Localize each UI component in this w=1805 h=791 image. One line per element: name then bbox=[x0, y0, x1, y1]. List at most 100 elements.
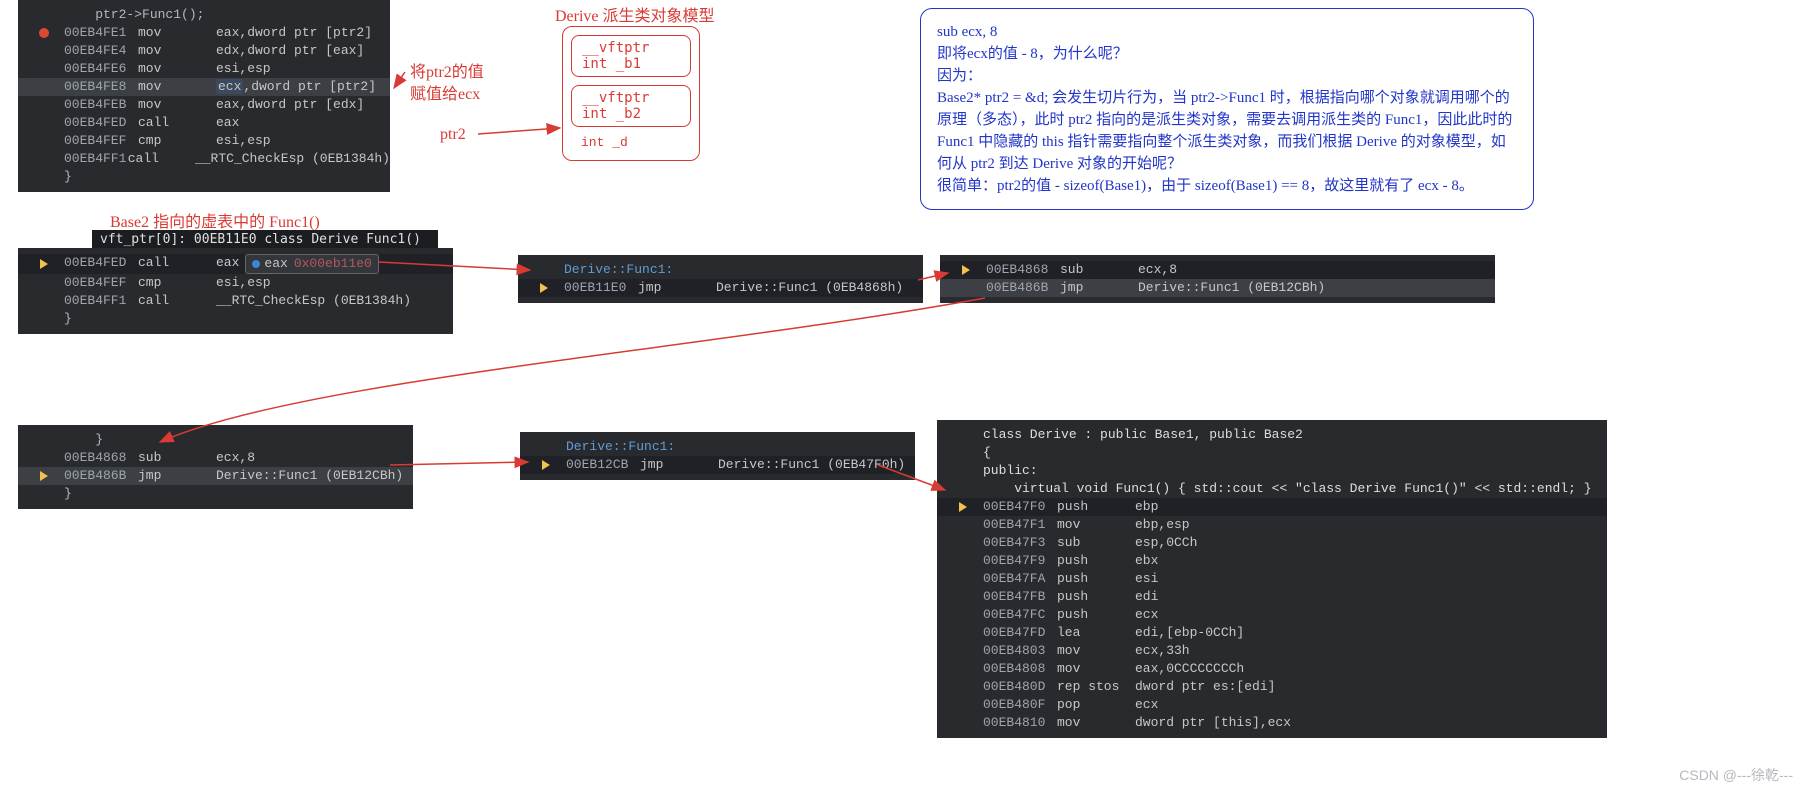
current-line-icon bbox=[540, 283, 548, 293]
current-line-icon bbox=[959, 502, 967, 512]
addr: 00EB47FC bbox=[983, 606, 1057, 624]
addr: 00EB4810 bbox=[983, 714, 1057, 732]
operands: __RTC_CheckEsp (0EB1384h) bbox=[195, 150, 390, 168]
addr: 00EB4FF1 bbox=[64, 150, 128, 168]
watermark: CSDN @---徐乾--- bbox=[1679, 765, 1793, 785]
disasm-line: 00EB4868subecx,8 bbox=[18, 449, 413, 467]
disasm-line: 00EB4808moveax,0CCCCCCCCh bbox=[937, 660, 1607, 678]
src-line: ptr2->Func1(); bbox=[64, 6, 204, 24]
mnemonic: mov bbox=[1057, 516, 1135, 534]
addr: 00EB4FED bbox=[64, 114, 138, 132]
mnemonic: call bbox=[138, 254, 216, 274]
addr: 00EB12CB bbox=[566, 456, 640, 474]
addr: 00EB4FED bbox=[64, 254, 138, 274]
mnemonic: sub bbox=[138, 449, 216, 467]
mnemonic: mov bbox=[138, 96, 216, 114]
current-line-icon bbox=[962, 265, 970, 275]
brace: } bbox=[64, 310, 72, 328]
mnemonic: call bbox=[138, 292, 216, 310]
disasm-line: 00EB47F9pushebx bbox=[937, 552, 1607, 570]
obj-l1: __vftptr bbox=[582, 40, 680, 56]
operands: eax,0CCCCCCCCh bbox=[1135, 660, 1244, 678]
blue-note-box: sub ecx, 8 即将ecx的值 - 8，为什么呢？ 因为： Base2* … bbox=[920, 8, 1534, 210]
disasm-line: 00EB47F0pushebp bbox=[937, 498, 1607, 516]
disasm-line: 00EB4FE1moveax,dword ptr [ptr2] bbox=[18, 24, 390, 42]
mnemonic: call bbox=[138, 114, 216, 132]
disasm-block-5: } 00EB4868subecx,800EB486BjmpDerive::Fun… bbox=[18, 425, 413, 509]
addr: 00EB486B bbox=[986, 279, 1060, 297]
obj-box-base2: __vftptr int _b2 bbox=[571, 85, 691, 127]
blue-l3: Base2* ptr2 = &d; 会发生切片行为，当 ptr2->Func1 … bbox=[937, 87, 1517, 175]
operands: ecx,8 bbox=[1138, 261, 1177, 279]
mnemonic: mov bbox=[1057, 714, 1135, 732]
mnemonic: mov bbox=[1057, 642, 1135, 660]
disasm-block-7: class Derive : public Base1, public Base… bbox=[937, 420, 1607, 738]
disasm-line: 00EB47FDleaedi,[ebp-0CCh] bbox=[937, 624, 1607, 642]
func-label: Derive::Func1: bbox=[564, 261, 673, 279]
annotation-derive-title: Derive 派生类对象模型 bbox=[555, 2, 715, 26]
addr: 00EB47FD bbox=[983, 624, 1057, 642]
operands: eax bbox=[216, 254, 239, 274]
disasm-line: 00EB4FEDcalleaxeax0x00eb11e0 bbox=[18, 254, 453, 274]
mnemonic: mov bbox=[138, 60, 216, 78]
disasm-line: 00EB4FEFcmpesi,esp bbox=[18, 132, 390, 150]
addr: 00EB47FA bbox=[983, 570, 1057, 588]
addr: 00EB480F bbox=[983, 696, 1057, 714]
addr: 00EB4FEF bbox=[64, 274, 138, 292]
disasm-line: 00EB47F3subesp,0CCh bbox=[937, 534, 1607, 552]
mnemonic: pop bbox=[1057, 696, 1135, 714]
annotation-assign-l1: 将ptr2的值 bbox=[410, 58, 484, 82]
mnemonic: rep stos bbox=[1057, 678, 1135, 696]
addr: 00EB47F9 bbox=[983, 552, 1057, 570]
mnemonic: cmp bbox=[138, 132, 216, 150]
mnemonic: push bbox=[1057, 570, 1135, 588]
annotation-base2-vft: Base2 指向的虚表中的 Func1() bbox=[110, 208, 320, 232]
addr: 00EB4808 bbox=[983, 660, 1057, 678]
disasm-line: 00EB47F1movebp,esp bbox=[937, 516, 1607, 534]
mnemonic: jmp bbox=[638, 279, 716, 297]
blue-l2: 因为： bbox=[937, 65, 1517, 87]
addr: 00EB4FEF bbox=[64, 132, 138, 150]
operands: ecx,dword ptr [ptr2] bbox=[216, 78, 376, 96]
addr: 00EB4868 bbox=[986, 261, 1060, 279]
src: { bbox=[983, 444, 991, 462]
disasm-line: 00EB47FBpushedi bbox=[937, 588, 1607, 606]
operands: ecx bbox=[1135, 606, 1158, 624]
addr: 00EB4FE8 bbox=[64, 78, 138, 96]
addr: 00EB47F0 bbox=[983, 498, 1057, 516]
disasm-line: 00EB4FF1call__RTC_CheckEsp (0EB1384h) bbox=[18, 150, 390, 168]
addr: 00EB4FF1 bbox=[64, 292, 138, 310]
operands: esi,esp bbox=[216, 132, 271, 150]
disasm-line: 00EB4868subecx,8 bbox=[940, 261, 1495, 279]
operands: Derive::Func1 (0EB12CBh) bbox=[1138, 279, 1325, 297]
disasm-line: 00EB4810movdword ptr [this],ecx bbox=[937, 714, 1607, 732]
mnemonic: sub bbox=[1057, 534, 1135, 552]
mnemonic: mov bbox=[1057, 660, 1135, 678]
mnemonic: sub bbox=[1060, 261, 1138, 279]
mnemonic: mov bbox=[138, 42, 216, 60]
disasm-line: 00EB4FE8movecx,dword ptr [ptr2] bbox=[18, 78, 390, 96]
disasm-line: 00EB4FE6movesi,esp bbox=[18, 60, 390, 78]
current-line-icon bbox=[40, 259, 48, 269]
mnemonic: push bbox=[1057, 498, 1135, 516]
operands: ebp bbox=[1135, 498, 1158, 516]
obj-l2: int _b2 bbox=[582, 106, 680, 122]
operands: Derive::Func1 (0EB12CBh) bbox=[216, 467, 403, 485]
src: public: bbox=[983, 462, 1038, 480]
src: class Derive : public Base1, public Base… bbox=[983, 426, 1303, 444]
disasm-block-2: 00EB4FEDcalleaxeax0x00eb11e000EB4FEFcmpe… bbox=[18, 248, 453, 334]
src: virtual void Func1() { std::cout << "cla… bbox=[983, 480, 1592, 498]
mnemonic: push bbox=[1057, 552, 1135, 570]
operands: Derive::Func1 (0EB47F0h) bbox=[718, 456, 905, 474]
addr: 00EB4FE1 bbox=[64, 24, 138, 42]
addr: 00EB480D bbox=[983, 678, 1057, 696]
disasm-line: 00EB47FApushesi bbox=[937, 570, 1607, 588]
vft-entry: vft_ptr[0]: 00EB11E0 class Derive Func1(… bbox=[92, 230, 438, 249]
operands: dword ptr es:[edi] bbox=[1135, 678, 1275, 696]
operands: esp,0CCh bbox=[1135, 534, 1197, 552]
mnemonic: push bbox=[1057, 606, 1135, 624]
blue-l4: 很简单：ptr2的值 - sizeof(Base1)，由于 sizeof(Bas… bbox=[937, 175, 1517, 197]
disasm-block-4: 00EB4868subecx,800EB486BjmpDerive::Func1… bbox=[940, 255, 1495, 303]
mnemonic: mov bbox=[138, 78, 216, 96]
current-line-icon bbox=[40, 471, 48, 481]
